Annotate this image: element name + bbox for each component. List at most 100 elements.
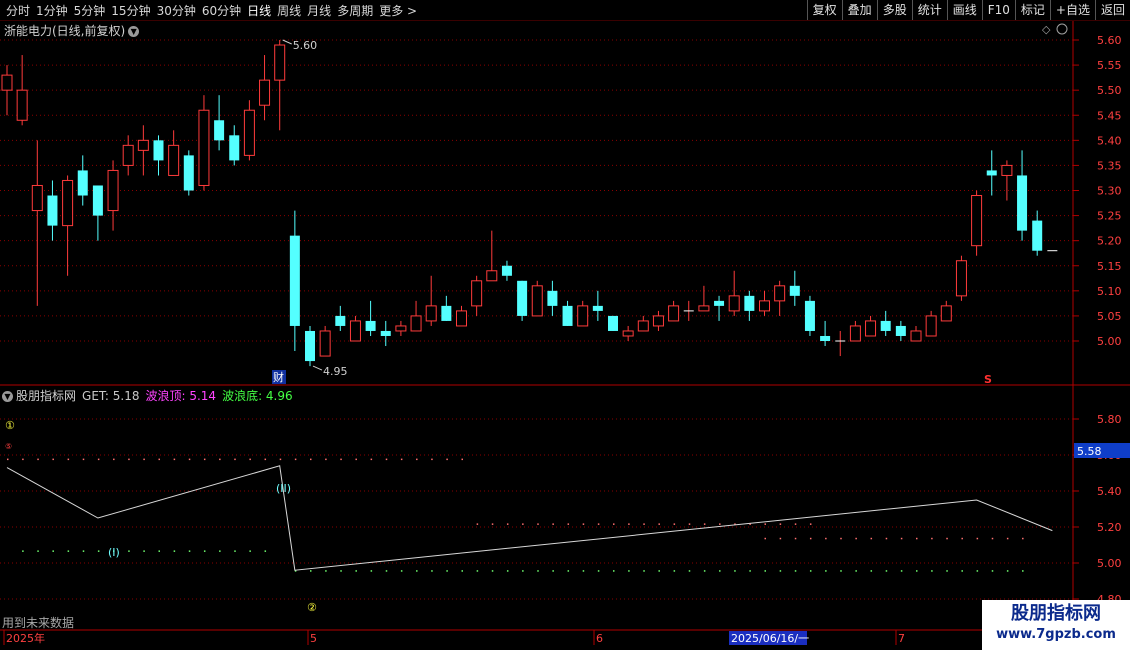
- dot-level-bottom: [446, 570, 448, 572]
- dot-level-i: [82, 550, 85, 552]
- indicator-tick-label: 5.20: [1097, 521, 1122, 534]
- dot-level-top: [219, 458, 221, 461]
- price-tick-label: 5.35: [1097, 159, 1122, 172]
- dot-level-bottom: [431, 570, 433, 572]
- high-marker-label: 5.60: [293, 39, 318, 52]
- candle-body-down: [1017, 175, 1028, 231]
- dot-level-top: [188, 458, 191, 461]
- indicator-bottom-value: 波浪底: 4.96: [222, 389, 293, 403]
- circle-mark-2: ②: [307, 601, 317, 614]
- kline-chart[interactable]: 5.60 5.55 5.50 5.45 5.40 5.35 5.30 5.25 5.20 5.15…: [0, 0, 1130, 650]
- candle-body-down: [214, 120, 225, 141]
- candle-body-down: [517, 280, 528, 316]
- low-marker-arrow: [312, 365, 323, 371]
- chevron-down-icon[interactable]: ▼: [2, 391, 13, 402]
- future-data-notice: 用到未来数据: [2, 616, 75, 630]
- dot-level-bottom: [537, 570, 539, 572]
- dot-level-low: [991, 537, 994, 540]
- dot-level-bottom: [870, 570, 873, 572]
- dot-level-mid: [673, 523, 676, 525]
- dot-level-top: [249, 458, 251, 461]
- wave-label-ii: (II): [276, 482, 291, 495]
- dot-level-i: [219, 550, 221, 552]
- candle-body-down: [895, 325, 906, 336]
- candle-body-down: [592, 305, 603, 311]
- dot-level-bottom: [825, 570, 827, 572]
- candle-body-up: [668, 305, 680, 322]
- dot-level-bottom: [688, 570, 691, 572]
- price-tick-label: 5.20: [1097, 235, 1122, 248]
- dot-level-top: [355, 458, 357, 461]
- dot-level-bottom: [931, 570, 933, 572]
- dot-level-top: [37, 458, 39, 461]
- candle-body-down: [608, 315, 618, 331]
- dot-level-mid: [794, 523, 797, 525]
- candle-body-down: [289, 235, 300, 326]
- indicator-get-value: GET: 5.18: [82, 389, 140, 403]
- dot-level-bottom: [991, 570, 994, 572]
- candle-body-up: [849, 325, 861, 342]
- candle-body-down: [804, 300, 815, 331]
- dot-level-bottom: [491, 570, 494, 572]
- dot-level-low: [840, 537, 842, 540]
- dot-level-bottom: [734, 570, 736, 572]
- dot-level-i: [264, 550, 267, 552]
- dot-level-mid: [491, 523, 494, 525]
- candle-body-up: [395, 325, 407, 332]
- cai-marker-label: 财: [273, 370, 284, 384]
- indicator-title: ▼ 股朋指标网 GET: 5.18 波浪顶: 5.14 波浪底: 4.96: [2, 387, 293, 404]
- candle-body-up: [940, 305, 952, 322]
- dot-level-mid: [552, 523, 554, 525]
- dot-level-top: [416, 458, 418, 461]
- candle-body-up: [486, 270, 498, 282]
- close-icon: [1056, 23, 1068, 35]
- watermark-title: 股朋指标网: [1011, 603, 1101, 624]
- dot-level-bottom: [552, 570, 554, 572]
- candle-body-down: [153, 140, 164, 161]
- candle-body-down: [1032, 220, 1043, 251]
- dot-level-bottom: [325, 570, 327, 572]
- candle-body-up: [865, 320, 877, 337]
- candle-body-up: [910, 330, 922, 342]
- time-label: 7: [898, 632, 905, 645]
- candle-body-up: [1001, 164, 1013, 176]
- candle-body-up: [198, 109, 210, 186]
- dot-level-top: [370, 458, 373, 461]
- dot-level-top: [128, 458, 130, 461]
- candle-body-up: [243, 109, 255, 156]
- s-marker-label: S: [984, 373, 992, 386]
- dot-level-top: [173, 458, 176, 461]
- candle-body-up: [137, 139, 149, 151]
- dot-level-bottom: [946, 570, 948, 572]
- dot-level-mid: [522, 523, 524, 525]
- dot-level-top: [400, 458, 403, 461]
- dot-level-bottom: [370, 570, 373, 572]
- dot-level-low: [885, 537, 888, 540]
- candle-body-up: [971, 195, 983, 247]
- dot-level-low: [900, 537, 903, 540]
- candle-body-down: [880, 320, 891, 331]
- dot-level-i: [143, 550, 145, 552]
- candle-body-up: [456, 310, 467, 327]
- price-tick-label: 5.55: [1097, 59, 1122, 72]
- candle-body-up: [122, 144, 134, 166]
- dot-level-bottom: [779, 570, 782, 572]
- candle-body-down: [547, 290, 558, 306]
- candle-body-down: [562, 305, 573, 326]
- dot-level-bottom: [416, 570, 418, 572]
- dot-level-bottom: [506, 570, 509, 572]
- dot-level-top: [234, 458, 236, 461]
- candle-body-up: [622, 330, 634, 337]
- dot-level-low: [855, 537, 857, 540]
- dot-level-bottom: [628, 570, 630, 572]
- candle-body-down: [744, 295, 755, 311]
- candle-body-up: [577, 305, 589, 327]
- dot-level-bottom: [1022, 570, 1024, 572]
- dot-level-bottom: [582, 570, 585, 572]
- dot-level-bottom: [613, 570, 615, 572]
- candle-body-up: [759, 300, 770, 312]
- dot-level-top: [385, 458, 388, 461]
- dot-level-i: [97, 550, 100, 552]
- dot-level-bottom: [809, 570, 812, 572]
- dot-level-bottom: [961, 570, 963, 572]
